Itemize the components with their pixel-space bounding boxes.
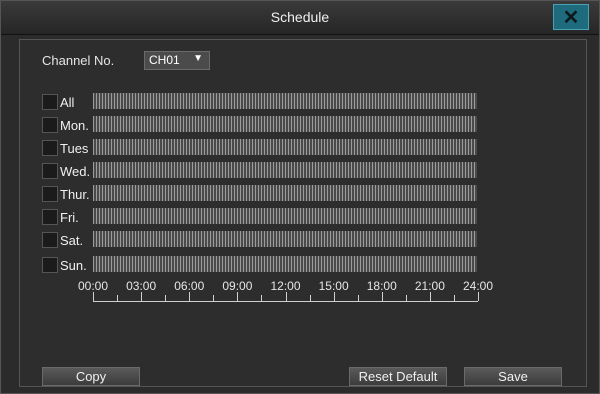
day-checkbox[interactable] xyxy=(42,257,58,273)
axis-tick-label: 00:00 xyxy=(77,279,109,293)
day-checkbox[interactable] xyxy=(42,163,58,179)
day-timeline[interactable] xyxy=(93,93,477,109)
axis-tick xyxy=(141,292,143,301)
close-icon: ✕ xyxy=(562,6,580,29)
channel-label: Channel No. xyxy=(42,53,115,68)
channel-select-value: CH01 xyxy=(149,53,180,67)
axis-tick-label: 18:00 xyxy=(366,279,397,293)
axis-tick xyxy=(189,292,191,301)
day-checkbox[interactable] xyxy=(42,232,58,248)
day-timeline[interactable] xyxy=(93,162,477,178)
axis-tick-label: 12:00 xyxy=(270,279,301,293)
axis-minor-tick xyxy=(261,295,263,301)
axis-tick-label: 15:00 xyxy=(318,279,349,293)
day-checkbox[interactable] xyxy=(42,94,58,110)
axis-tick xyxy=(429,292,431,301)
title-bar: Schedule ✕ xyxy=(1,1,599,35)
day-timeline[interactable] xyxy=(93,116,477,132)
axis-tick-label: 24:00 xyxy=(462,279,494,293)
save-button[interactable]: Save xyxy=(464,367,562,386)
axis-minor-tick xyxy=(213,295,215,301)
day-label: Mon. xyxy=(60,118,89,133)
day-timeline[interactable] xyxy=(93,231,477,247)
day-label: Sat. xyxy=(60,233,84,248)
axis-tick-label: 06:00 xyxy=(174,279,205,293)
schedule-dialog: Schedule ✕ Channel No. CH01 ▼ All Mon. Tue… xyxy=(0,0,600,394)
axis-tick xyxy=(93,292,94,301)
day-label: Tues xyxy=(60,141,89,156)
day-checkbox[interactable] xyxy=(42,140,58,156)
close-button[interactable]: ✕ xyxy=(553,4,589,30)
axis-tick xyxy=(237,292,239,301)
reset-default-button[interactable]: Reset Default xyxy=(349,367,447,386)
day-label: Fri. xyxy=(60,210,79,225)
axis-minor-tick xyxy=(453,295,455,301)
axis-tick xyxy=(285,292,287,301)
axis-minor-tick xyxy=(357,295,359,301)
chevron-down-icon: ▼ xyxy=(193,53,203,64)
axis-tick-label: 21:00 xyxy=(414,279,445,293)
day-label: Sun. xyxy=(60,258,87,273)
axis-minor-tick xyxy=(309,295,311,301)
axis-minor-tick xyxy=(117,295,119,301)
day-checkbox[interactable] xyxy=(42,209,58,225)
axis-minor-tick xyxy=(405,295,407,301)
axis-tick xyxy=(478,292,479,301)
day-timeline[interactable] xyxy=(93,256,477,272)
day-checkbox[interactable] xyxy=(42,186,58,202)
day-label: All xyxy=(60,95,75,110)
day-label: Thur. xyxy=(60,187,90,202)
dialog-title: Schedule xyxy=(270,9,330,25)
axis-line xyxy=(93,301,478,302)
day-checkbox[interactable] xyxy=(42,117,58,133)
axis-tick xyxy=(333,292,335,301)
axis-minor-tick xyxy=(165,295,167,301)
time-axis: 00:00 03:00 06:00 09:00 12:00 15:00 18:00 21:00… xyxy=(78,275,493,315)
copy-button[interactable]: Copy xyxy=(42,367,140,386)
channel-select[interactable]: CH01 ▼ xyxy=(144,51,210,70)
day-timeline[interactable] xyxy=(93,185,477,201)
axis-tick-label: 09:00 xyxy=(222,279,253,293)
axis-tick-label: 03:00 xyxy=(126,279,157,293)
axis-tick xyxy=(381,292,383,301)
day-label: Wed. xyxy=(60,164,91,179)
day-timeline[interactable] xyxy=(93,139,477,155)
day-timeline[interactable] xyxy=(93,208,477,224)
